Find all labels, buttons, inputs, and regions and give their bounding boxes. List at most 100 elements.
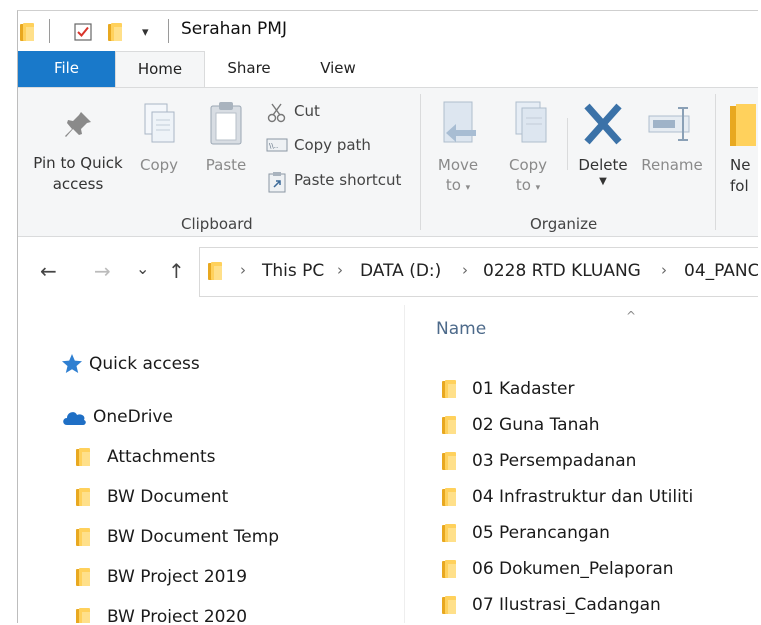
copy-button[interactable]: Copy [132,100,186,174]
rename-icon [648,107,690,141]
nav-folder-label: BW Project 2020 [107,607,248,623]
file-list: ^ Name 01 Kadaster 02 Guna Tanah 03 Pers… [405,305,758,623]
copy-to-label-text: to [515,176,531,194]
list-item-label: 06 Dokumen_Pelaporan [472,559,674,579]
copy-to-icon [515,101,547,143]
copy-icon [144,103,175,143]
nav-folder-item[interactable]: BW Project 2020 [76,607,247,623]
nav-folder-item[interactable]: BW Project 2019 [76,567,247,587]
list-item-label: 04 Infrastruktur dan Utiliti [472,487,694,507]
customize-qat-dropdown[interactable]: ▾ [142,21,149,43]
breadcrumb-chevron-icon[interactable]: › [240,261,246,279]
paste-shortcut-button[interactable]: Paste shortcut [266,171,401,193]
nav-folder-item[interactable]: BW Document [76,487,228,507]
folder-icon [208,261,225,285]
breadcrumb-chevron-icon[interactable]: › [661,261,667,279]
nav-folder-item[interactable]: BW Document Temp [76,527,279,547]
list-item[interactable]: 05 Perancangan [442,523,610,543]
rename-button[interactable]: Rename [638,100,706,174]
breadcrumb-this-pc[interactable]: This PC [262,261,324,281]
folder-icon [442,487,459,507]
delete-label: Delete [578,156,628,174]
svg-text:\\..: \\.. [269,142,278,150]
nav-folder-label: Attachments [107,447,216,467]
delete-button[interactable]: Delete ▼ [573,100,633,187]
delete-dropdown-icon[interactable]: ▼ [573,176,633,187]
star-icon [62,354,82,373]
copy-path-label: Copy path [294,136,371,154]
address-bar[interactable]: › This PC › DATA (D:) › 0228 RTD KLUANG … [199,247,758,297]
properties-icon[interactable] [73,21,93,43]
folder-icon [76,447,93,467]
file-explorer-window: ▾ Serahan PMJ File Home Share View Pin t… [17,10,758,623]
folder-icon [20,21,37,43]
new-folder-label-line2: fol [730,177,749,195]
breadcrumb-0228-rtd-kluang[interactable]: 0228 RTD KLUANG [483,261,641,281]
nav-folder-label: BW Document [107,487,229,507]
new-folder-icon [730,102,758,146]
list-item-label: 05 Perancangan [472,523,610,543]
list-item[interactable]: 07 Ilustrasi_Cadangan [442,595,661,615]
cut-button[interactable]: Cut [266,102,320,123]
paste-shortcut-icon [266,171,288,193]
list-item[interactable]: 01 Kadaster [442,379,574,399]
column-header-name[interactable]: Name [436,319,486,339]
tab-share[interactable]: Share [214,51,284,87]
nav-quick-access[interactable]: Quick access [61,353,200,375]
cut-label: Cut [294,102,320,120]
nav-onedrive[interactable]: OneDrive [61,407,173,427]
list-item[interactable]: 02 Guna Tanah [442,415,600,435]
copy-to-label-line2: to ▾ [500,176,556,194]
list-item[interactable]: 04 Infrastruktur dan Utiliti [442,487,693,507]
up-button[interactable]: ↑ [168,259,185,283]
back-button[interactable]: ← [40,259,57,283]
breadcrumb-data-d[interactable]: DATA (D:) [360,261,441,281]
copy-to-button[interactable]: Copy to ▾ [500,100,556,194]
nav-folder-label: BW Document Temp [107,527,280,547]
folder-icon [76,567,93,587]
tab-view[interactable]: View [306,51,370,87]
nav-folder-item[interactable]: Attachments [76,447,216,467]
new-folder-qat-icon[interactable] [108,21,125,43]
copy-label: Copy [139,156,179,174]
move-to-button[interactable]: Move to ▾ [430,100,486,194]
pin-label-line2: access [52,175,104,193]
ribbon-tabs: File Home Share View [18,51,758,87]
list-item-label: 02 Guna Tanah [472,415,600,435]
move-to-label-line2: to ▾ [430,176,486,194]
paste-icon [210,102,242,145]
title-separator [168,19,169,43]
list-item[interactable]: 06 Dokumen_Pelaporan [442,559,674,579]
recent-locations-button[interactable]: ⌄ [136,259,149,278]
paste-label: Paste [205,156,247,174]
breadcrumb-chevron-icon[interactable]: › [337,261,343,279]
folder-icon [442,415,459,435]
folder-icon [442,451,459,471]
paste-button[interactable]: Paste [196,100,256,174]
scissors-icon [266,102,288,123]
list-item-label: 03 Persempadanan [472,451,637,471]
pin-to-quick-access-button[interactable]: Pin to Quick access [26,108,130,193]
list-item[interactable]: 03 Persempadanan [442,451,636,471]
rename-label: Rename [641,156,703,174]
breadcrumb-chevron-icon[interactable]: › [462,261,468,279]
forward-button[interactable]: → [94,259,111,283]
sort-ascending-icon: ^ [626,309,637,323]
navigation-pane: Quick access OneDrive Attachments BW Doc… [18,305,404,623]
tab-home[interactable]: Home [115,51,205,87]
ribbon-home: Pin to Quick access Copy Paste Cut \\.. … [18,87,758,237]
new-folder-label-line1: Ne [730,156,751,174]
tab-file[interactable]: File [18,51,115,87]
organize-group-label: Organize [530,215,598,233]
move-to-icon [443,101,476,143]
folder-icon [442,559,459,579]
breadcrumb-04-panc[interactable]: 04_PANC [684,261,758,281]
nav-onedrive-label: OneDrive [93,407,173,427]
ribbon-separator [567,118,568,170]
chevron-down-icon: ▾ [465,183,471,193]
folder-icon [76,607,93,623]
copy-path-button[interactable]: \\.. Copy path [266,136,371,154]
new-folder-button[interactable]: Ne fol [730,102,758,195]
delete-x-icon [584,103,622,145]
ribbon-group-separator [420,94,421,230]
